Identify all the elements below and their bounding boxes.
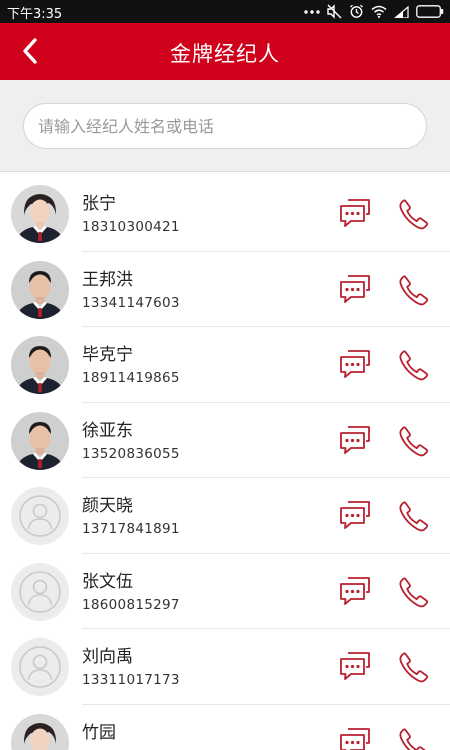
avatar (11, 260, 69, 319)
agent-name: 徐亚东 (82, 420, 133, 441)
more-dots-icon (304, 9, 320, 14)
agent-list-item[interactable]: 徐亚东 13520836055 (0, 403, 450, 479)
chat-bubble-icon (340, 501, 370, 529)
message-button[interactable] (339, 274, 371, 304)
chat-bubble-icon (340, 652, 370, 680)
agent-list-item[interactable]: 张宁 18310300421 (0, 176, 450, 252)
chat-bubble-icon (340, 576, 370, 605)
chat-bubble-icon (340, 199, 370, 227)
call-button[interactable] (398, 274, 430, 306)
chat-bubble-icon (340, 727, 370, 750)
status-bar: 下午3:35 (0, 0, 450, 23)
message-button[interactable] (339, 576, 371, 606)
agent-list-item[interactable]: 竹园 (0, 705, 450, 750)
search-area (0, 80, 450, 172)
avatar (11, 411, 69, 470)
phone-icon (399, 426, 429, 456)
status-icons (304, 3, 444, 20)
agent-list-item[interactable]: 毕克宁 18911419865 (0, 327, 450, 403)
wifi-icon (371, 5, 387, 18)
message-button[interactable] (339, 651, 371, 681)
phone-icon (399, 199, 429, 230)
agent-list-item[interactable]: 颜天晓 13717841891 (0, 478, 450, 554)
agent-list-item[interactable]: 刘向禹 13311017173 (0, 629, 450, 705)
message-button[interactable] (339, 500, 371, 530)
agent-name: 张文伍 (82, 571, 133, 592)
search-input[interactable] (23, 103, 427, 149)
agent-name: 刘向禹 (82, 647, 133, 667)
message-button[interactable] (339, 349, 371, 379)
agent-name: 颜天晓 (82, 496, 133, 516)
agent-phone: 18310300421 (82, 219, 180, 235)
message-button[interactable] (339, 727, 371, 750)
chat-bubble-icon (340, 350, 370, 378)
call-button[interactable] (398, 349, 430, 381)
default-avatar-icon (11, 562, 69, 621)
call-button[interactable] (398, 651, 430, 683)
agent-name: 竹园 (82, 722, 116, 743)
agent-phone: 18911419865 (82, 370, 180, 386)
phone-icon (399, 652, 429, 683)
chat-bubble-icon (340, 425, 370, 454)
avatar (11, 336, 69, 394)
default-avatar-icon (11, 487, 69, 545)
call-button[interactable] (398, 425, 430, 457)
phone-icon (399, 577, 429, 607)
call-button[interactable] (398, 500, 430, 532)
agent-list: 张宁 18310300421 王邦洪 13341147603 毕克宁 18911… (0, 176, 450, 750)
page-title: 金牌经纪人 (170, 42, 280, 66)
phone-icon (399, 350, 429, 381)
default-avatar-icon (11, 638, 69, 696)
avatar (11, 185, 69, 243)
phone-icon (399, 728, 427, 750)
agent-name: 张宁 (82, 194, 116, 214)
agent-phone: 13520836055 (82, 445, 180, 462)
call-button[interactable] (398, 727, 430, 750)
avatar (11, 713, 69, 750)
battery-icon (416, 5, 444, 18)
agent-list-item[interactable]: 张文伍 18600815297 (0, 554, 450, 630)
agent-name: 毕克宁 (82, 345, 133, 365)
alarm-icon (350, 4, 363, 18)
agent-phone: 13717841891 (82, 521, 180, 537)
status-time: 下午3:35 (7, 7, 63, 22)
agent-list-item[interactable]: 王邦洪 13341147603 (0, 252, 450, 328)
message-button[interactable] (339, 198, 371, 228)
message-button[interactable] (339, 425, 371, 455)
chat-bubble-icon (340, 274, 370, 303)
signal-icon (394, 5, 409, 18)
agent-phone: 13311017173 (82, 672, 180, 688)
mute-icon (327, 4, 342, 19)
phone-icon (399, 501, 429, 532)
call-button[interactable] (398, 576, 430, 608)
app-header: 金牌经纪人 (0, 23, 450, 80)
agent-name: 王邦洪 (82, 269, 133, 290)
agent-phone: 13341147603 (82, 294, 180, 311)
agent-phone: 18600815297 (82, 596, 180, 613)
phone-icon (399, 275, 429, 305)
call-button[interactable] (398, 198, 430, 230)
